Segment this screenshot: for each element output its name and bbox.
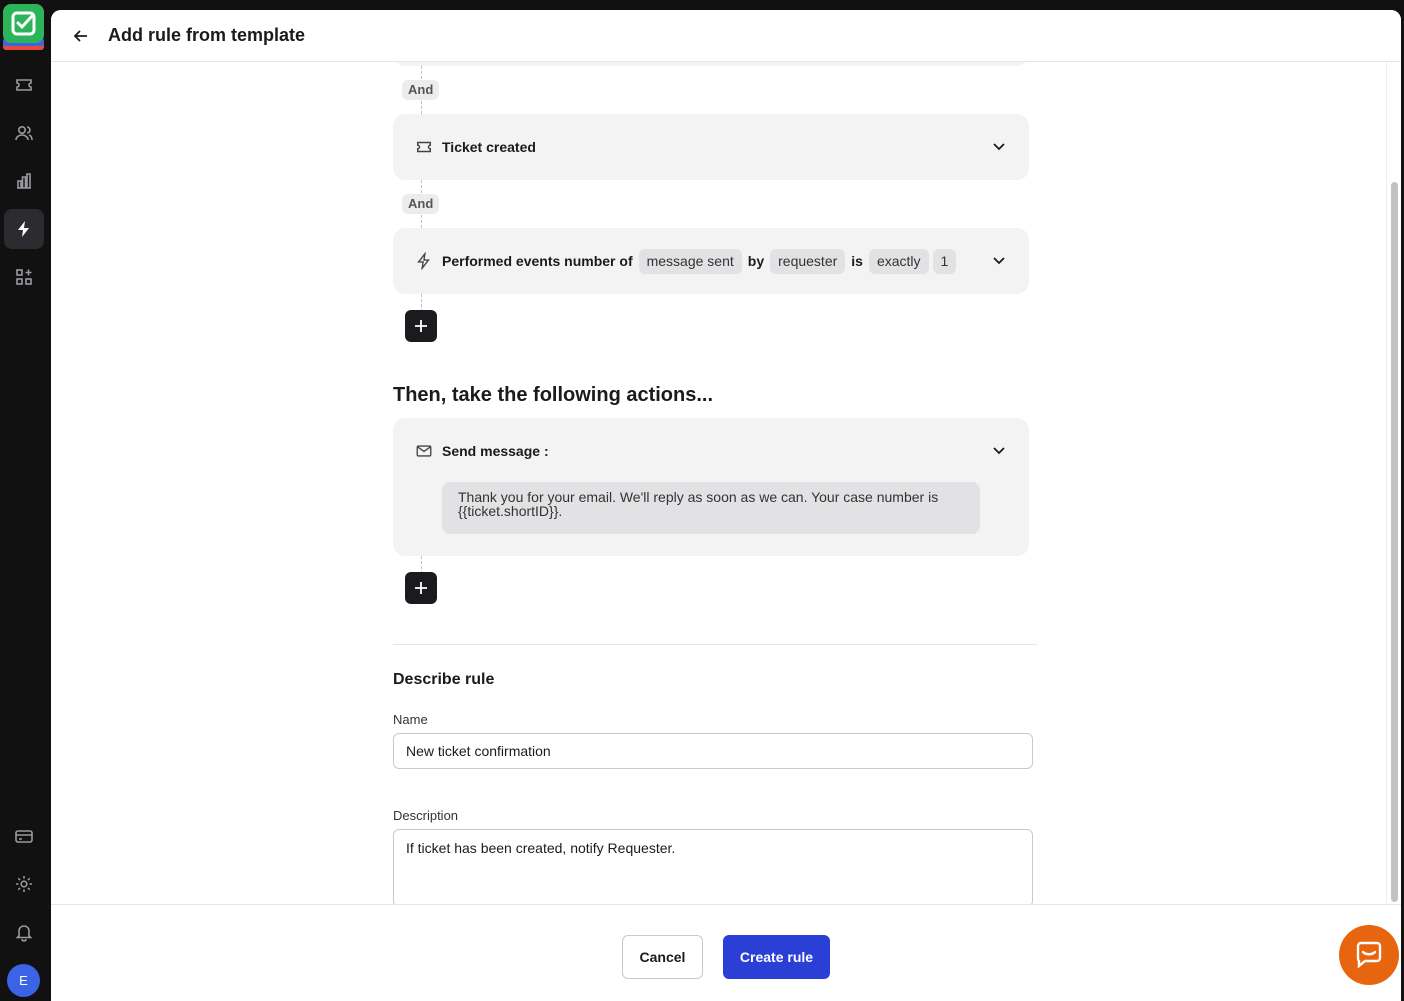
chevron-down-icon[interactable]	[991, 138, 1007, 154]
condition-performed-events[interactable]: Performed events number of message sent …	[393, 228, 1029, 294]
chevron-down-icon[interactable]	[991, 252, 1007, 268]
operator-pill[interactable]: exactly	[868, 248, 929, 274]
add-action-button[interactable]	[405, 572, 437, 604]
scrollbar-thumb[interactable]	[1391, 182, 1398, 902]
create-rule-button[interactable]: Create rule	[723, 935, 830, 979]
reports-icon[interactable]	[4, 161, 44, 201]
contacts-icon[interactable]	[4, 113, 44, 153]
condition-prefix: Performed events number of	[442, 253, 633, 269]
ticket-icon	[415, 138, 433, 156]
count-pill[interactable]: 1	[932, 248, 957, 274]
and-connector: And	[402, 80, 440, 100]
form-footer: Cancel Create rule	[51, 904, 1401, 1001]
section-divider	[393, 644, 1037, 645]
left-navigation-rail: E	[0, 0, 51, 1001]
billing-icon[interactable]	[4, 816, 44, 856]
add-condition-button[interactable]	[405, 310, 437, 342]
page-header: Add rule from template	[51, 10, 1401, 62]
rule-form-scroll-area[interactable]: And Ticket created And Performed events …	[51, 62, 1401, 904]
is-word: is	[851, 253, 863, 269]
app-logo[interactable]	[3, 4, 44, 52]
back-arrow-icon[interactable]	[71, 26, 91, 46]
envelope-icon	[415, 442, 433, 460]
chevron-down-icon[interactable]	[991, 442, 1007, 458]
condition-label: Ticket created	[442, 139, 536, 155]
event-pill[interactable]: message sent	[638, 248, 742, 274]
plus-icon	[415, 582, 427, 594]
notifications-icon[interactable]	[4, 912, 44, 952]
tickets-icon[interactable]	[4, 65, 44, 105]
describe-rule-title: Describe rule	[393, 671, 495, 688]
by-word: by	[747, 253, 765, 269]
description-field[interactable]: If ticket has been created, notify Reque…	[393, 829, 1033, 904]
action-send-message[interactable]: Send message : Thank you for your email.…	[393, 418, 1029, 556]
action-label: Send message :	[442, 443, 549, 459]
actor-pill[interactable]: requester	[770, 248, 846, 274]
plus-icon	[415, 320, 427, 332]
rule-editor-panel: Add rule from template And Ticket create…	[51, 10, 1401, 1001]
condition-ticket-created[interactable]: Ticket created	[393, 114, 1029, 180]
apps-icon[interactable]	[4, 257, 44, 297]
and-connector: And	[402, 194, 440, 214]
name-field[interactable]	[393, 733, 1033, 769]
description-label: Description	[393, 808, 459, 823]
actions-title: Then, take the following actions...	[393, 384, 714, 406]
name-label: Name	[393, 712, 428, 727]
vertical-scrollbar[interactable]	[1386, 62, 1401, 904]
automation-icon[interactable]	[4, 209, 44, 249]
message-text[interactable]: Thank you for your email. We'll reply as…	[442, 482, 980, 534]
user-avatar[interactable]: E	[7, 964, 40, 997]
lightning-icon	[415, 252, 433, 270]
chat-widget-button[interactable]	[1339, 925, 1399, 985]
chat-icon	[1356, 941, 1382, 969]
settings-icon[interactable]	[4, 864, 44, 904]
cancel-button[interactable]: Cancel	[622, 935, 703, 979]
previous-condition-card[interactable]	[393, 62, 1029, 66]
page-title: Add rule from template	[108, 25, 306, 45]
